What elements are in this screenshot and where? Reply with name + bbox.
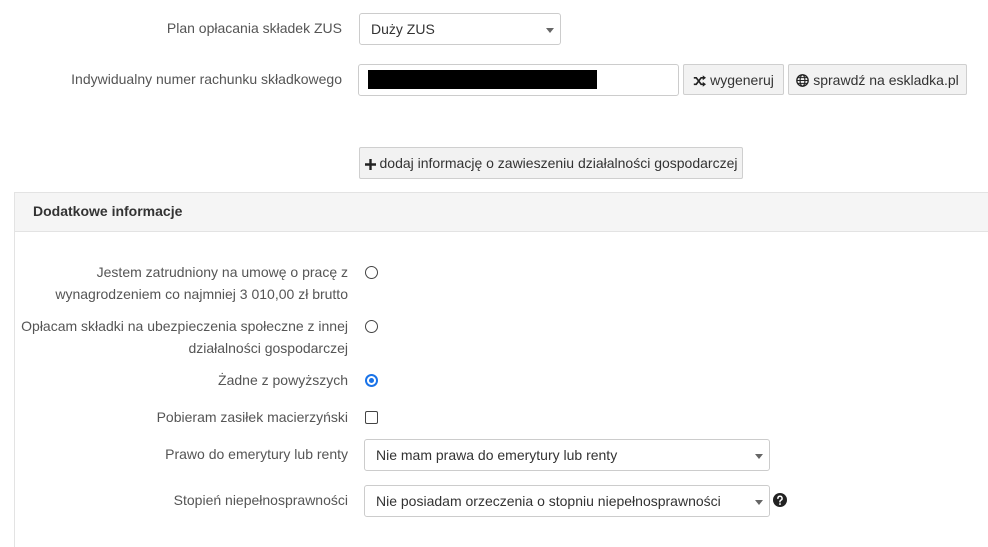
radio-other-business[interactable] [365,320,378,333]
add-suspension-label: dodaj informację o zawieszeniu działalno… [379,155,738,171]
zus-plan-select[interactable]: Duży ZUS [359,13,561,45]
disability-selected: Nie posiadam orzeczenia o stopniu niepeł… [376,493,721,509]
pension-label: Prawo do emerytury lub renty [165,446,348,462]
additional-info-title: Dodatkowe informacje [33,203,183,219]
option-employment-line2: wynagrodzeniem co najmniej 3 010,00 zł b… [55,286,348,302]
generate-button-label: wygeneruj [710,72,774,88]
radio-employment[interactable] [365,266,378,279]
generate-button[interactable]: wygeneruj [683,64,784,95]
zus-plan-selected: Duży ZUS [371,21,435,37]
radio-none[interactable] [365,374,378,387]
option-none-label: Żadne z powyższych [218,372,348,388]
disability-label: Stopień niepełnosprawności [173,492,348,508]
disability-select[interactable]: Nie posiadam orzeczenia o stopniu niepeł… [364,485,770,517]
option-employment-line1: Jestem zatrudniony na umowę o pracę z [96,264,348,280]
help-icon[interactable] [773,493,787,507]
chevron-down-icon [755,500,763,505]
chevron-down-icon [546,28,554,33]
option-other-business-line2: działalności gospodarczej [188,340,348,356]
globe-icon [796,74,810,87]
shuffle-icon [693,75,707,87]
account-number-label: Indywidualny numer rachunku składkowego [71,71,342,87]
additional-info-header: Dodatkowe informacje [14,192,988,232]
plus-icon [364,159,376,170]
pension-select[interactable]: Nie mam prawa do emerytury lub renty [364,439,770,471]
maternity-checkbox[interactable] [365,411,378,424]
zus-plan-label: Plan opłacania składek ZUS [166,20,342,36]
option-employment-label: Jestem zatrudniony na umowę o pracę z wy… [20,261,348,305]
chevron-down-icon [755,454,763,459]
check-eskladka-button[interactable]: sprawdź na eskladka.pl [788,64,967,95]
pension-selected: Nie mam prawa do emerytury lub renty [376,447,618,463]
option-other-business-label: Opłacam składki na ubezpieczenia społecz… [20,315,348,359]
panel-border [14,232,15,547]
account-number-input[interactable] [358,64,679,96]
maternity-label: Pobieram zasiłek macierzyński [156,409,348,425]
add-suspension-button[interactable]: dodaj informację o zawieszeniu działalno… [359,147,743,179]
check-eskladka-label: sprawdź na eskladka.pl [813,72,959,88]
account-number-value [368,70,597,89]
option-other-business-line1: Opłacam składki na ubezpieczenia społecz… [21,318,348,334]
